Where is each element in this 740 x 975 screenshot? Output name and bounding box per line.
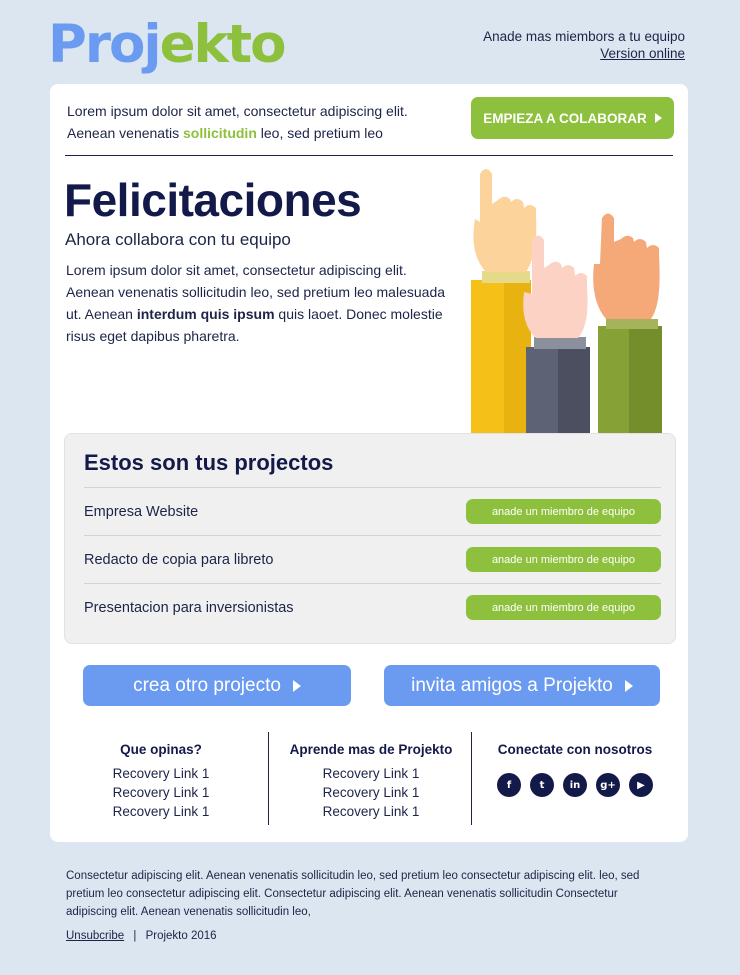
- intro-line-2-start: Aenean venenatis: [67, 125, 183, 141]
- facebook-icon[interactable]: f: [497, 773, 521, 797]
- feedback-title: Que opinas?: [120, 742, 202, 757]
- project-row: Empresa Website anade un miembro de equi…: [84, 487, 661, 535]
- create-project-button[interactable]: crea otro projecto: [83, 665, 351, 706]
- footer-separator: |: [133, 930, 137, 942]
- create-project-label: crea otro projecto: [133, 674, 281, 696]
- add-members-text: Anade mas miembors a tu equipo: [483, 29, 685, 44]
- hero-body-bold: interdum quis ipsum: [136, 306, 275, 322]
- social-title: Conectate con nosotros: [497, 742, 653, 757]
- projects-panel: Estos son tus projectos Empresa Website …: [64, 433, 676, 644]
- unsubscribe-link[interactable]: Unsubcribe: [66, 930, 124, 942]
- intro-line-2: Aenean venenatis sollicitudin leo, sed p…: [67, 122, 447, 144]
- hero-subtitle: Ahora collabora con tu equipo: [65, 230, 291, 249]
- legal-text: Consectetur adipiscing elit. Aenean vene…: [66, 870, 640, 918]
- add-team-member-button[interactable]: anade un miembro de equipo: [466, 499, 661, 524]
- intro-highlight: sollicitudin: [182, 125, 257, 141]
- recovery-link[interactable]: Recovery Link 1: [276, 783, 466, 802]
- learn-more-column: Aprende mas de Projekto Recovery Link 1 …: [276, 732, 466, 821]
- play-arrow-icon: [654, 113, 662, 123]
- learn-more-title: Aprende mas de Projekto: [289, 742, 453, 757]
- recovery-link[interactable]: Recovery Link 1: [276, 802, 466, 821]
- project-row: Presentacion para inversionistas anade u…: [84, 583, 661, 631]
- start-collaborating-button[interactable]: EMPIEZA A COLABORAR: [471, 97, 674, 139]
- intro-text: Lorem ipsum dolor sit amet, consectetur …: [67, 100, 447, 144]
- projects-title: Estos son tus projectos: [84, 450, 334, 475]
- google-plus-icon[interactable]: g+: [596, 773, 620, 797]
- intro-line-2-end: leo, sed pretium leo: [256, 125, 383, 141]
- project-name: Empresa Website: [84, 503, 199, 520]
- logo-part-2: ekto: [159, 14, 287, 75]
- raised-hands-illustration: [471, 169, 662, 434]
- intro-line-1: Lorem ipsum dolor sit amet, consectetur …: [67, 103, 408, 119]
- recovery-link[interactable]: Recovery Link 1: [90, 764, 232, 783]
- youtube-icon[interactable]: ▶: [629, 773, 653, 797]
- play-arrow-icon: [292, 679, 301, 692]
- recovery-link[interactable]: Recovery Link 1: [90, 802, 232, 821]
- copyright-text: Projekto 2016: [145, 930, 217, 942]
- column-divider: [268, 732, 269, 825]
- social-icons: f t in g+ ▶: [480, 773, 670, 797]
- play-arrow-icon: [624, 679, 633, 692]
- hero-body: Lorem ipsum dolor sit amet, consectetur …: [66, 259, 446, 347]
- linkedin-icon[interactable]: in: [563, 773, 587, 797]
- project-name: Presentacion para inversionistas: [84, 599, 294, 616]
- project-row: Redacto de copia para libreto anade un m…: [84, 535, 661, 583]
- invite-friends-button[interactable]: invita amigos a Projekto: [384, 665, 660, 706]
- divider: [65, 155, 673, 156]
- projekto-logo: Projekto: [48, 12, 287, 78]
- hero-title: Felicitaciones: [64, 174, 362, 226]
- recovery-link[interactable]: Recovery Link 1: [90, 783, 232, 802]
- start-collaborating-label: EMPIEZA A COLABORAR: [483, 110, 647, 126]
- add-team-member-button[interactable]: anade un miembro de equipo: [466, 547, 661, 572]
- footer-bottom-line: Unsubcribe | Projekto 2016: [66, 930, 217, 942]
- recovery-link[interactable]: Recovery Link 1: [276, 764, 466, 783]
- header-links: Anade mas miembors a tu equipo Version o…: [483, 28, 685, 62]
- column-divider: [471, 732, 472, 825]
- twitter-icon[interactable]: t: [530, 773, 554, 797]
- add-team-member-button[interactable]: anade un miembro de equipo: [466, 595, 661, 620]
- logo-part-1: Proj: [48, 14, 162, 75]
- social-column: Conectate con nosotros f t in g+ ▶: [480, 732, 670, 797]
- invite-friends-label: invita amigos a Projekto: [411, 674, 613, 696]
- online-version-link[interactable]: Version online: [600, 45, 685, 62]
- feedback-column: Que opinas? Recovery Link 1 Recovery Lin…: [90, 732, 232, 821]
- project-name: Redacto de copia para libreto: [84, 551, 274, 568]
- email-card: Lorem ipsum dolor sit amet, consectetur …: [50, 84, 688, 842]
